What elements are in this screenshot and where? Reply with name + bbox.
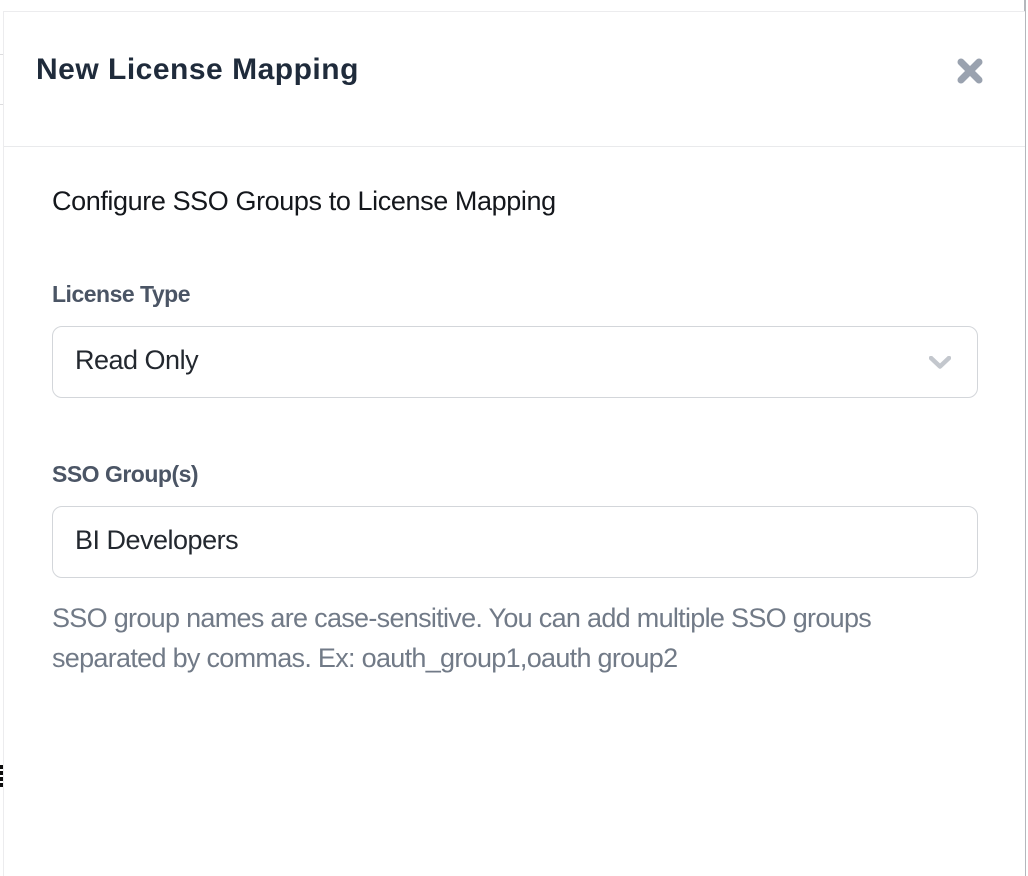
- header-divider: [4, 146, 1025, 147]
- license-type-select[interactable]: Read Only: [52, 326, 978, 398]
- license-type-label: License Type: [52, 280, 190, 308]
- dialog-title: New License Mapping: [36, 52, 359, 88]
- hint-line-1: SSO group names are case-sensitive. You …: [52, 598, 871, 638]
- chevron-down-icon: [929, 356, 951, 369]
- sso-groups-label: SSO Group(s): [52, 460, 198, 488]
- dialog-description: Configure SSO Groups to License Mapping: [52, 185, 556, 218]
- new-license-mapping-dialog: New License Mapping Configure SSO Groups…: [3, 11, 1025, 876]
- license-type-value: Read Only: [75, 345, 198, 376]
- hint-line-2: separated by commas. Ex: oauth_group1,oa…: [52, 638, 871, 678]
- close-icon[interactable]: [956, 57, 984, 85]
- sso-groups-hint: SSO group names are case-sensitive. You …: [52, 598, 871, 678]
- sso-groups-value: BI Developers: [75, 525, 238, 556]
- sso-groups-input[interactable]: BI Developers: [52, 506, 978, 578]
